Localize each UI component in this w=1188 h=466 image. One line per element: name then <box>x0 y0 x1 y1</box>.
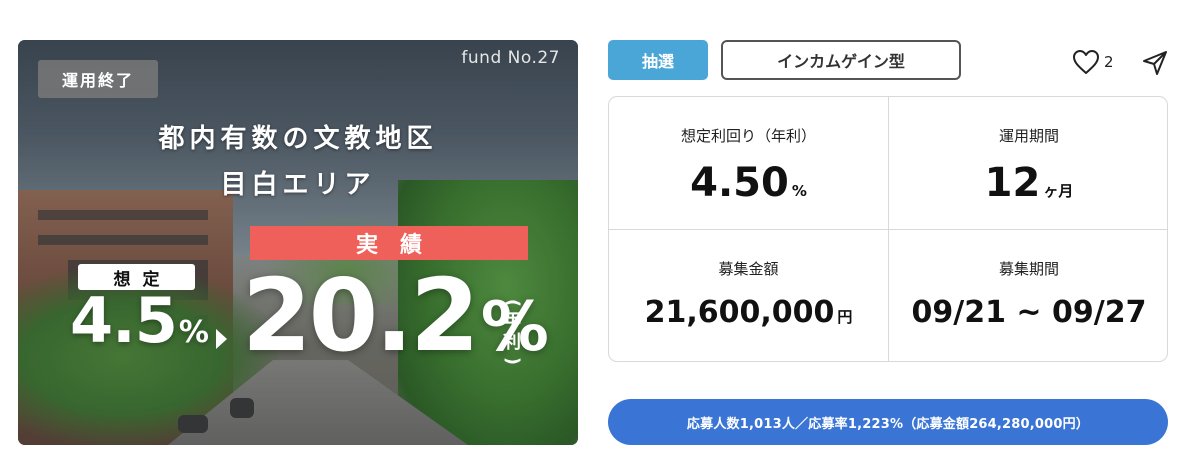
assumed-rate-unit: % <box>178 315 209 350</box>
income-gain-type-badge: インカムゲイン型 <box>721 40 961 80</box>
amount-label: 募集金額 <box>718 260 779 278</box>
annual-label-top: 年 <box>503 310 521 331</box>
status-tag-ended: 運用終了 <box>38 60 158 98</box>
heart-icon <box>1073 50 1099 74</box>
like-button[interactable]: 2 <box>1072 49 1114 75</box>
headline-line2: 目白エリア <box>220 170 376 200</box>
fund-hero-image[interactable]: 運用終了 fund No.27 都内有数の文教地区 目白エリア 実績 想定 4.… <box>18 40 578 445</box>
period-unit: ヶ月 <box>1043 182 1074 200</box>
period-value: 12 <box>984 160 1041 206</box>
actual-rate-value: 20.2 <box>242 257 480 374</box>
amount-cell: 募集金額 21,600,000 円 <box>609 230 889 361</box>
fund-info-grid: 想定利回り（年利） 4.50% 運用期間 12 ヶ月 募集金額 21,600,00… <box>608 96 1168 362</box>
recruit-period-label: 募集期間 <box>998 260 1059 278</box>
period-cell: 運用期間 12 ヶ月 <box>889 97 1167 230</box>
yield-unit: % <box>791 182 807 200</box>
assumed-rate-value: 4.5 <box>70 284 178 357</box>
annual-label: ( 年 利 ) <box>502 298 523 366</box>
share-button[interactable] <box>1141 49 1169 81</box>
yield-cell: 想定利回り（年利） 4.50% <box>609 97 889 230</box>
like-count: 2 <box>1104 53 1114 71</box>
period-value-wrap: 12 ヶ月 <box>889 160 1167 206</box>
yield-value-wrap: 4.50% <box>609 163 888 203</box>
recruit-period-cell: 募集期間 09/21 ~ 09/27 <box>889 230 1167 361</box>
assumed-rate: 4.5% <box>70 290 209 352</box>
yield-value: 4.50 <box>690 160 789 206</box>
annual-label-bottom: 利 <box>503 332 521 353</box>
lottery-badge: 抽選 <box>608 40 708 80</box>
amount-value: 21,600,000 <box>644 295 835 330</box>
amount-unit: 円 <box>837 308 853 326</box>
period-label: 運用期間 <box>998 127 1059 145</box>
amount-value-wrap: 21,600,000 円 <box>609 298 888 328</box>
actual-band: 実績 <box>250 226 528 260</box>
fund-number: fund No.27 <box>461 48 560 68</box>
recruit-period-value: 09/21 ~ 09/27 <box>911 295 1147 330</box>
application-summary-bar: 応募人数1,013人／応募率1,223%（応募金額264,280,000円） <box>608 399 1168 445</box>
headline-line1: 都内有数の文教地区 <box>158 124 438 154</box>
yield-label: 想定利回り（年利） <box>680 127 816 145</box>
arrow-right-icon <box>216 329 227 349</box>
send-icon <box>1143 51 1167 75</box>
